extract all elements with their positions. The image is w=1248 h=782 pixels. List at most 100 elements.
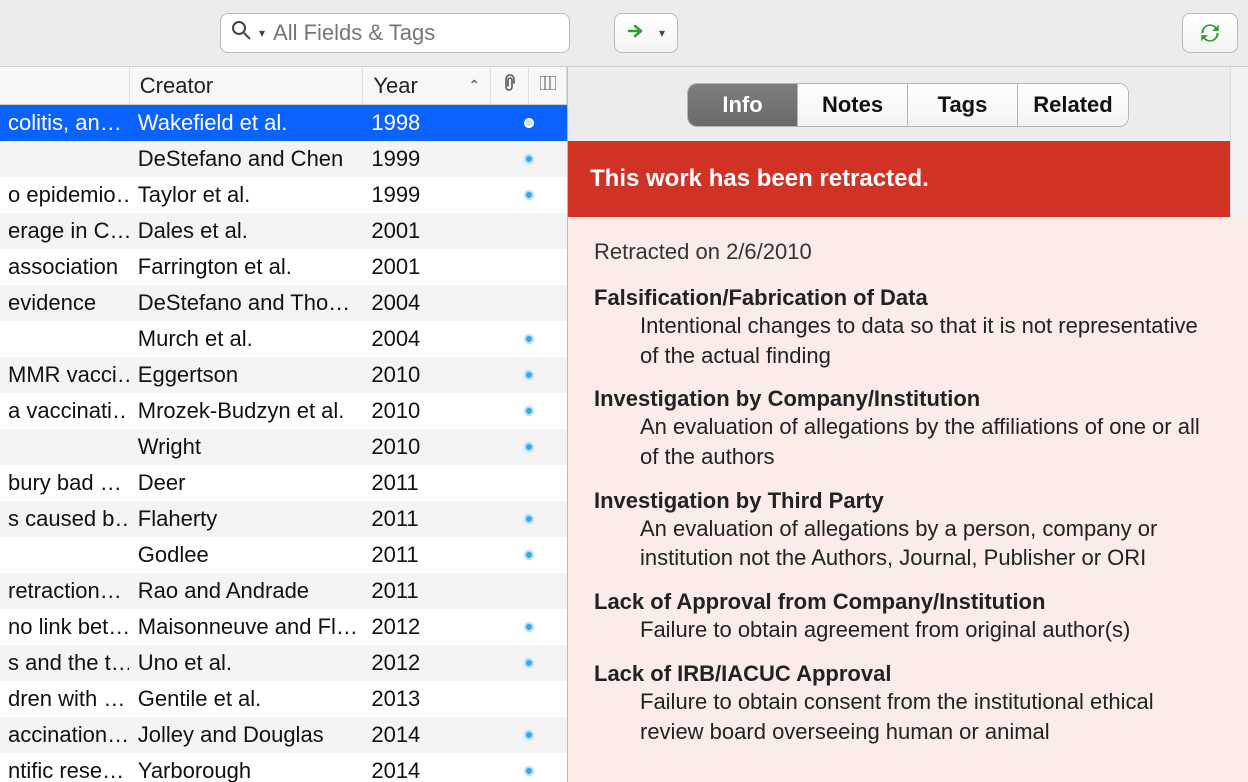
toolbar: ▾ ▾ <box>0 0 1248 66</box>
cell-title: MMR vacci… <box>0 357 130 393</box>
table-row[interactable]: associationFarrington et al.2001 <box>0 249 567 285</box>
cell-title: accination… <box>0 717 130 753</box>
cell-attachment <box>491 537 567 573</box>
attachment-dot-icon <box>524 334 534 344</box>
cell-attachment <box>491 645 567 681</box>
cell-attachment <box>491 717 567 753</box>
cell-creator: Taylor et al. <box>130 177 364 213</box>
cell-attachment <box>491 393 567 429</box>
column-year[interactable]: Year ⌃ <box>363 67 491 104</box>
table-row[interactable]: evidenceDeStefano and Tho…2004 <box>0 285 567 321</box>
column-picker[interactable] <box>529 67 567 104</box>
search-input[interactable] <box>273 20 561 46</box>
cell-year: 2011 <box>363 573 491 609</box>
cell-attachment <box>491 465 567 501</box>
cell-attachment <box>491 321 567 357</box>
table-row[interactable]: Murch et al.2004 <box>0 321 567 357</box>
cell-creator: Yarborough <box>130 753 364 782</box>
cell-year: 2010 <box>363 357 491 393</box>
attachment-dot-icon <box>524 766 534 776</box>
cell-year: 2010 <box>363 393 491 429</box>
retraction-reason: Investigation by Company/InstitutionAn e… <box>594 386 1222 471</box>
table-row[interactable]: DeStefano and Chen1999 <box>0 141 567 177</box>
attachment-dot-icon <box>524 190 534 200</box>
cell-title <box>0 537 130 573</box>
columns-icon <box>540 76 556 95</box>
column-headers: Creator Year ⌃ <box>0 67 567 105</box>
cell-year: 2012 <box>363 645 491 681</box>
cell-year: 2014 <box>363 717 491 753</box>
cell-attachment <box>491 753 567 782</box>
chevron-down-icon: ▾ <box>659 26 665 40</box>
retraction-date: Retracted on 2/6/2010 <box>594 239 1222 265</box>
table-row[interactable]: dren with …Gentile et al.2013 <box>0 681 567 717</box>
cell-creator: DeStefano and Chen <box>130 141 364 177</box>
retraction-body: Retracted on 2/6/2010 Falsification/Fabr… <box>568 217 1248 782</box>
retraction-reason: Lack of IRB/IACUC ApprovalFailure to obt… <box>594 661 1222 746</box>
tab-info[interactable]: Info <box>688 84 798 126</box>
reason-title: Investigation by Third Party <box>594 488 1222 514</box>
reason-description: Intentional changes to data so that it i… <box>594 311 1222 370</box>
tab-tags[interactable]: Tags <box>908 84 1018 126</box>
cell-creator: Uno et al. <box>130 645 364 681</box>
cell-year: 2013 <box>363 681 491 717</box>
item-detail-pane: InfoNotesTagsRelated This work has been … <box>568 67 1248 782</box>
cell-creator: Dales et al. <box>130 213 364 249</box>
cell-creator: Jolley and Douglas <box>130 717 364 753</box>
table-row[interactable]: s caused b…Flaherty2011 <box>0 501 567 537</box>
cell-creator: Flaherty <box>130 501 364 537</box>
items-table-body: colitis, an…Wakefield et al.1998DeStefan… <box>0 105 567 782</box>
table-row[interactable]: ntific rese…Yarborough2014 <box>0 753 567 782</box>
column-attachment[interactable] <box>491 67 529 104</box>
retraction-reason: Lack of Approval from Company/Institutio… <box>594 589 1222 645</box>
cell-title <box>0 429 130 465</box>
cell-creator: Maisonneuve and Fl… <box>130 609 364 645</box>
search-field[interactable]: ▾ <box>220 13 570 53</box>
table-row[interactable]: o epidemio…Taylor et al.1999 <box>0 177 567 213</box>
cell-title: bury bad … <box>0 465 130 501</box>
attachment-dot-icon <box>524 730 534 740</box>
cell-attachment <box>491 285 567 321</box>
cell-year: 2001 <box>363 213 491 249</box>
cell-creator: Wakefield et al. <box>130 105 364 141</box>
table-row[interactable]: Wright2010 <box>0 429 567 465</box>
column-title[interactable] <box>0 67 130 104</box>
reason-description: Failure to obtain consent from the insti… <box>594 687 1222 746</box>
table-row[interactable]: erage in C…Dales et al.2001 <box>0 213 567 249</box>
table-row[interactable]: Godlee2011 <box>0 537 567 573</box>
attachment-dot-icon <box>524 514 534 524</box>
main-split: Creator Year ⌃ colitis, an…Wakefield et … <box>0 66 1248 782</box>
cell-title: s caused b… <box>0 501 130 537</box>
cell-creator: Mrozek-Budzyn et al. <box>130 393 364 429</box>
sync-button[interactable] <box>1182 13 1238 53</box>
table-row[interactable]: retraction…Rao and Andrade2011 <box>0 573 567 609</box>
cell-creator: Farrington et al. <box>130 249 364 285</box>
table-row[interactable]: MMR vacci…Eggertson2010 <box>0 357 567 393</box>
table-row[interactable]: accination…Jolley and Douglas2014 <box>0 717 567 753</box>
table-row[interactable]: colitis, an…Wakefield et al.1998 <box>0 105 567 141</box>
cell-year: 2001 <box>363 249 491 285</box>
cell-attachment <box>491 141 567 177</box>
retraction-reason: Falsification/Fabrication of DataIntenti… <box>594 285 1222 370</box>
attachment-dot-icon <box>524 406 534 416</box>
cell-creator: Eggertson <box>130 357 364 393</box>
cell-year: 1998 <box>363 105 491 141</box>
tab-related[interactable]: Related <box>1018 84 1128 126</box>
locate-button[interactable]: ▾ <box>614 13 678 53</box>
cell-creator: Murch et al. <box>130 321 364 357</box>
cell-title: retraction… <box>0 573 130 609</box>
cell-year: 2014 <box>363 753 491 782</box>
table-row[interactable]: no link bet…Maisonneuve and Fl…2012 <box>0 609 567 645</box>
tab-notes[interactable]: Notes <box>798 84 908 126</box>
table-row[interactable]: a vaccinati…Mrozek-Budzyn et al.2010 <box>0 393 567 429</box>
column-creator[interactable]: Creator <box>130 67 364 104</box>
table-row[interactable]: s and the t…Uno et al.2012 <box>0 645 567 681</box>
cell-year: 1999 <box>363 141 491 177</box>
cell-title <box>0 321 130 357</box>
cell-attachment <box>491 177 567 213</box>
reason-description: An evaluation of allegations by a person… <box>594 514 1222 573</box>
table-row[interactable]: bury bad …Deer2011 <box>0 465 567 501</box>
detail-tabs-wrap: InfoNotesTagsRelated <box>568 67 1248 127</box>
retraction-reason: Investigation by Third PartyAn evaluatio… <box>594 488 1222 573</box>
detail-tabs: InfoNotesTagsRelated <box>687 83 1129 127</box>
